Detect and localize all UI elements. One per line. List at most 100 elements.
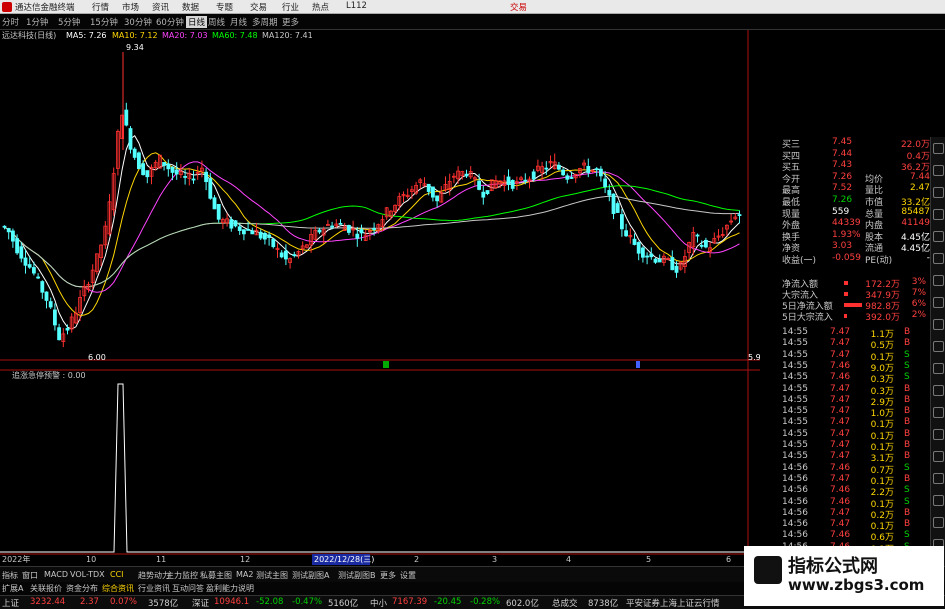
candle-body bbox=[523, 179, 528, 182]
right-arrow-icon[interactable] bbox=[933, 253, 944, 264]
menu-hangqing[interactable]: 行情 bbox=[92, 1, 109, 13]
indicator-line bbox=[0, 383, 748, 553]
zoom-in-icon[interactable] bbox=[933, 143, 944, 154]
indicator-tab[interactable]: 测试主图 bbox=[256, 570, 288, 581]
trade-button[interactable]: 交易 bbox=[510, 1, 527, 13]
indicator-tab[interactable]: 测试副图A bbox=[292, 570, 329, 581]
share-icon[interactable] bbox=[933, 473, 944, 484]
indicator-tab[interactable]: 测试副图B bbox=[338, 570, 376, 581]
tick-row[interactable]: 14:55 7.47 2.9万 B bbox=[780, 395, 930, 408]
tick-row[interactable]: 14:55 7.47 1.1万 B bbox=[780, 327, 930, 340]
tab-1min[interactable]: 1分钟 bbox=[26, 16, 48, 28]
indicator-tab[interactable]: MACD bbox=[44, 570, 68, 579]
indicator-tab[interactable]: 设置 bbox=[400, 570, 416, 581]
menu-hangye[interactable]: 行业 bbox=[282, 1, 299, 13]
rsi-icon[interactable] bbox=[933, 275, 944, 286]
tick-row[interactable]: 14:567.470.2万B bbox=[780, 508, 930, 521]
tick-row[interactable]: 14:55 7.47 0.1万 B bbox=[780, 417, 930, 430]
tick-row[interactable]: 14:55 7.47 0.1万 B bbox=[780, 440, 930, 453]
indicator-tab[interactable]: 指标 bbox=[2, 570, 18, 581]
indicator-tab[interactable]: 更多 bbox=[380, 570, 396, 581]
quote-value-2: - bbox=[926, 253, 930, 263]
candle-body bbox=[229, 219, 234, 229]
zoom-out-icon[interactable] bbox=[933, 165, 944, 176]
list-icon[interactable] bbox=[933, 341, 944, 352]
grid-icon[interactable] bbox=[933, 363, 944, 374]
tick-row[interactable]: 14:55 7.47 0.1万 S bbox=[780, 350, 930, 363]
quote-row: 净资 3.03 流通 4.45亿 bbox=[780, 241, 930, 254]
extension-tab[interactable]: 扩展A bbox=[2, 583, 23, 594]
tick-side: B bbox=[904, 451, 911, 462]
calc-icon[interactable] bbox=[933, 407, 944, 418]
tick-row[interactable]: 14:55 7.46 9.0万 S bbox=[780, 361, 930, 374]
tab-30min[interactable]: 30分钟 bbox=[124, 16, 152, 28]
tick-price: 7.47 bbox=[830, 519, 851, 530]
up-arrow-icon[interactable] bbox=[933, 187, 944, 198]
tick-row[interactable]: 14:55 7.47 3.1万 B bbox=[780, 451, 930, 464]
indicator-tab[interactable]: CCI bbox=[110, 570, 124, 579]
extension-tab[interactable]: 盈利能力说明 bbox=[206, 583, 254, 594]
low-price-label: 6.00 bbox=[88, 353, 106, 362]
tick-row[interactable]: 14:567.460.1万S bbox=[780, 497, 930, 510]
quote-row: 最低 7.26 市值 33.2亿 bbox=[780, 195, 930, 208]
extension-tab[interactable]: 互动问答 bbox=[172, 583, 204, 594]
menu-zhuanti[interactable]: 专题 bbox=[216, 1, 233, 13]
candle-body bbox=[510, 179, 515, 189]
trading-terminal: 通达信金融终端 行情 市场 资讯 数据 专题 交易 行业 热点 L112 交易 … bbox=[0, 0, 945, 609]
tab-weekly[interactable]: 周线 bbox=[208, 16, 225, 28]
star-icon[interactable] bbox=[933, 451, 944, 462]
tick-side: S bbox=[904, 372, 910, 383]
menu-shuju[interactable]: 数据 bbox=[182, 1, 199, 13]
extension-tab[interactable]: 行业资讯 bbox=[138, 583, 170, 594]
candle-body bbox=[603, 178, 607, 188]
menu-redian[interactable]: 热点 bbox=[312, 1, 329, 13]
extension-tab[interactable]: 综合资讯 bbox=[102, 583, 134, 594]
down-arrow-icon[interactable] bbox=[933, 209, 944, 220]
indicator-tab[interactable]: MA2 bbox=[236, 570, 253, 579]
menu-shichang[interactable]: 市场 bbox=[122, 1, 139, 13]
tab-multi-period[interactable]: 多周期 bbox=[252, 16, 278, 28]
settings-icon[interactable] bbox=[933, 517, 944, 528]
chart-icon[interactable] bbox=[933, 385, 944, 396]
tick-row[interactable]: 14:55 7.46 0.3万 S bbox=[780, 372, 930, 385]
kline-chart[interactable]: 8.208.007.807.607.407.207.006.806.606.40… bbox=[0, 30, 760, 566]
tab-15min[interactable]: 15分钟 bbox=[90, 16, 118, 28]
tab-daily[interactable]: 日线 bbox=[186, 16, 208, 28]
indicator-tab[interactable]: VOL-TDX bbox=[70, 570, 105, 579]
menu-zixun[interactable]: 资讯 bbox=[152, 1, 169, 13]
tab-60min[interactable]: 60分钟 bbox=[156, 16, 184, 28]
tab-monthly[interactable]: 月线 bbox=[230, 16, 247, 28]
candle-body bbox=[170, 166, 175, 173]
info-icon[interactable] bbox=[933, 429, 944, 440]
tick-row[interactable]: 14:55 7.47 0.3万 B bbox=[780, 383, 930, 397]
menu-jiaoyi[interactable]: 交易 bbox=[250, 1, 267, 13]
tick-row[interactable]: 14:56 7.47 0.1万 B bbox=[780, 474, 930, 487]
left-arrow-icon[interactable] bbox=[933, 231, 944, 242]
tick-side: B bbox=[904, 383, 911, 394]
tab-5min[interactable]: 5分钟 bbox=[58, 16, 80, 28]
tick-row[interactable]: 14:56 7.46 2.2万 S bbox=[780, 485, 930, 498]
tick-row[interactable]: 14:55 7.47 0.5万 B bbox=[780, 338, 930, 351]
quote-value: 7.45 bbox=[832, 137, 853, 147]
flag-icon[interactable] bbox=[933, 319, 944, 330]
indicator-label: 追涨急停预警 : 0.00 bbox=[12, 370, 86, 380]
tick-row[interactable]: 14:55 7.47 1.0万 B bbox=[780, 406, 930, 419]
extension-tab[interactable]: 资金分布 bbox=[66, 583, 98, 594]
quote-value: 7.26 bbox=[832, 195, 853, 205]
extension-tab[interactable]: 关联报价 bbox=[30, 583, 62, 594]
candle-body bbox=[355, 233, 360, 239]
tick-row[interactable]: 14:55 7.47 0.1万 B bbox=[780, 429, 930, 442]
lock-icon[interactable] bbox=[933, 495, 944, 506]
indicator-tab[interactable]: 私募主图 bbox=[200, 570, 232, 581]
indicator-tab[interactable]: 主力监控 bbox=[166, 570, 198, 581]
tick-row[interactable]: 14:56 7.46 0.6万 S bbox=[780, 530, 930, 543]
tick-row[interactable]: 14:56 7.46 0.7万 S bbox=[780, 463, 930, 476]
draw-icon[interactable] bbox=[933, 297, 944, 308]
kline-chart-area[interactable]: 8.208.007.807.607.407.207.006.806.606.40… bbox=[0, 30, 760, 566]
ma20-label: MA20: 7.03 bbox=[162, 31, 208, 40]
tab-more[interactable]: 更多 bbox=[282, 16, 299, 28]
tick-row[interactable]: 14:56 7.47 0.1万 B bbox=[780, 519, 930, 532]
indicator-tab[interactable]: 窗口 bbox=[22, 570, 38, 581]
menu-l112[interactable]: L112 bbox=[346, 1, 367, 11]
tab-fenshi[interactable]: 分时 bbox=[2, 16, 19, 28]
